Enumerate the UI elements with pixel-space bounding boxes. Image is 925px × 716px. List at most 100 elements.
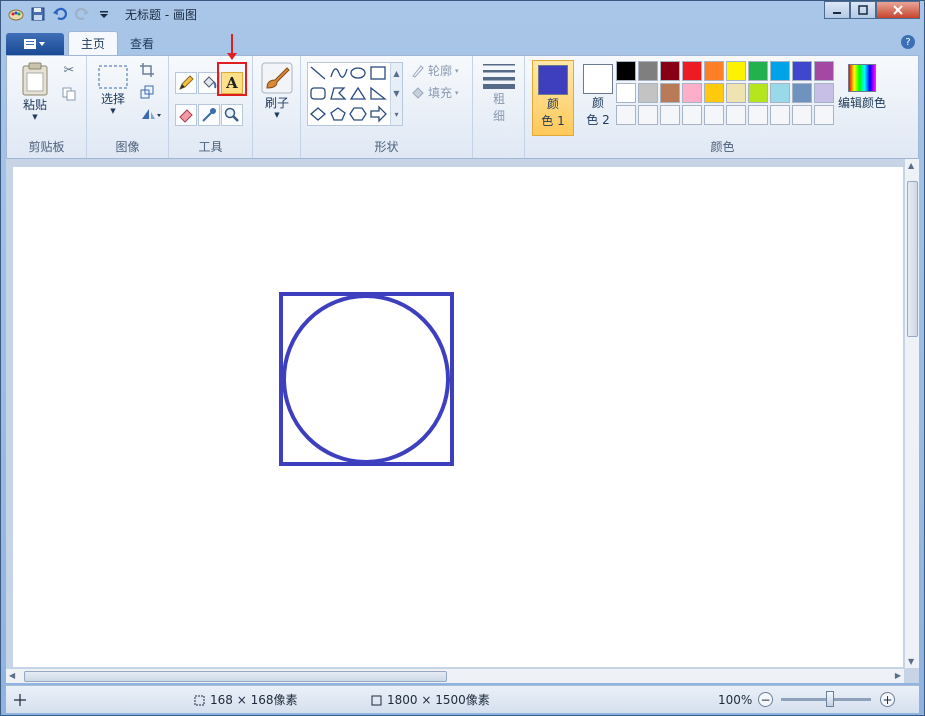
palette-color-swatch[interactable] [770, 105, 790, 125]
save-icon[interactable] [29, 5, 47, 23]
customize-toolbar-chevron-down-icon[interactable] [95, 5, 113, 23]
crop-icon[interactable] [137, 60, 157, 80]
rotate-icon[interactable] [137, 104, 165, 124]
palette-color-swatch[interactable] [682, 61, 702, 81]
palette-color-swatch[interactable] [704, 105, 724, 125]
horizontal-scroll-thumb[interactable] [24, 671, 447, 682]
color1-label-bottom: 色 1 [541, 114, 565, 128]
tab-view[interactable]: 查看 [118, 31, 166, 55]
paste-label: 粘贴 [22, 98, 47, 112]
minimize-button[interactable] [824, 1, 850, 19]
palette-color-swatch[interactable] [792, 61, 812, 81]
brushes-button[interactable]: 刷子 ▼ [257, 62, 297, 119]
gallery-scroll[interactable]: ▲ ▼ ▾ [390, 63, 402, 125]
group-size: 粗 细 [473, 56, 525, 158]
color1-swatch [538, 65, 568, 95]
palette-color-swatch[interactable] [748, 61, 768, 81]
scroll-up-icon[interactable]: ▲ [908, 161, 914, 170]
undo-icon[interactable] [51, 5, 69, 23]
palette-color-swatch[interactable] [660, 83, 680, 103]
palette-color-swatch[interactable] [616, 61, 636, 81]
palette-color-swatch[interactable] [748, 83, 768, 103]
zoom-slider[interactable] [781, 691, 871, 707]
selection-size-text: 168 × 168像素 [210, 693, 298, 707]
ribbon-panel: 粘贴 ▼ ✂ 剪贴板 选择 ▼ 图像 A 工具 刷子 ▼ ▲ ▼ ▾ 轮廓 ▾ … [6, 34, 919, 159]
scroll-down-icon[interactable]: ▼ [908, 657, 914, 666]
palette-color-swatch[interactable] [770, 61, 790, 81]
palette-color-swatch[interactable] [638, 105, 658, 125]
palette-color-swatch[interactable] [682, 105, 702, 125]
size-label-top: 粗 [492, 92, 505, 106]
status-bar: 168 × 168像素 1800 × 1500像素 100% − + [6, 685, 919, 713]
color-picker-icon[interactable] [198, 104, 220, 126]
canvas-size: 1800 × 1500像素 [370, 691, 490, 708]
zoom-in-button[interactable]: + [880, 692, 895, 707]
paint-app-icon[interactable] [7, 5, 25, 23]
palette-color-swatch[interactable] [704, 61, 724, 81]
shapes-gallery[interactable]: ▲ ▼ ▾ [307, 62, 403, 126]
magnifier-icon[interactable] [221, 104, 243, 126]
palette-color-swatch[interactable] [814, 83, 834, 103]
palette-color-swatch[interactable] [638, 61, 658, 81]
palette-color-swatch[interactable] [748, 105, 768, 125]
palette-color-swatch[interactable] [770, 83, 790, 103]
paste-button[interactable]: 粘贴 ▼ [15, 62, 55, 121]
vertical-scrollbar[interactable]: ▲ ▼ [904, 159, 919, 668]
palette-color-swatch[interactable] [792, 83, 812, 103]
selection-rectangle-icon [98, 65, 128, 89]
palette-color-swatch[interactable] [616, 83, 636, 103]
maximize-button[interactable] [850, 1, 876, 19]
tab-home[interactable]: 主页 [68, 31, 119, 55]
color2-button[interactable]: 颜 色 2 [577, 60, 619, 136]
diamond-shape-icon [310, 107, 326, 121]
outline-button[interactable]: 轮廓 ▾ [411, 62, 459, 79]
zoom-out-button[interactable]: − [758, 692, 773, 707]
horizontal-scrollbar[interactable]: ◀ ▶ [6, 668, 904, 683]
palette-color-swatch[interactable] [682, 83, 702, 103]
color1-button[interactable]: 颜 色 1 [532, 60, 574, 136]
color2-label-top: 颜 [591, 96, 604, 110]
outline-label: 轮廓 [428, 64, 453, 78]
chevron-down-icon: ▼ [274, 111, 280, 119]
copy-icon[interactable] [59, 84, 79, 104]
palette-color-swatch[interactable] [814, 105, 834, 125]
size-button[interactable]: 粗 细 [481, 62, 517, 124]
color2-swatch [583, 64, 613, 94]
polygon-shape-icon [330, 87, 347, 100]
palette-color-swatch[interactable] [792, 105, 812, 125]
palette-color-swatch[interactable] [638, 83, 658, 103]
outline-icon [412, 64, 424, 78]
drawing-canvas[interactable] [13, 167, 903, 667]
select-button[interactable]: 选择 ▼ [93, 64, 133, 115]
help-icon[interactable]: ? [901, 35, 915, 49]
zoom-slider-thumb[interactable] [826, 691, 834, 707]
group-clipboard: 粘贴 ▼ ✂ 剪贴板 [7, 56, 87, 158]
text-tool-highlight [217, 62, 247, 96]
scroll-left-icon[interactable]: ◀ [9, 671, 15, 680]
resize-icon[interactable] [137, 82, 157, 102]
pencil-icon[interactable] [175, 72, 197, 94]
palette-color-swatch[interactable] [660, 105, 680, 125]
fill-button[interactable]: 填充 ▾ [411, 84, 459, 101]
curve-shape-icon [330, 68, 348, 78]
cut-icon[interactable]: ✂ [59, 60, 79, 80]
redo-icon[interactable] [73, 5, 91, 23]
drawn-circle[interactable] [282, 294, 450, 464]
application-menu-button[interactable] [6, 33, 64, 55]
eraser-icon[interactable] [175, 104, 197, 126]
select-label: 选择 [100, 92, 125, 106]
palette-color-swatch[interactable] [726, 61, 746, 81]
vertical-scroll-thumb[interactable] [907, 181, 918, 337]
chevron-down-icon: ▼ [32, 113, 38, 121]
palette-color-swatch[interactable] [616, 105, 636, 125]
scroll-right-icon[interactable]: ▶ [895, 671, 901, 680]
palette-color-swatch[interactable] [726, 105, 746, 125]
group-image: 选择 ▼ 图像 [87, 56, 169, 158]
palette-color-swatch[interactable] [814, 61, 834, 81]
edit-colors-button[interactable]: 编辑颜色 [836, 60, 888, 111]
palette-color-swatch[interactable] [726, 83, 746, 103]
palette-color-swatch[interactable] [660, 61, 680, 81]
hexagon-shape-icon [349, 107, 367, 121]
close-button[interactable] [876, 1, 920, 19]
palette-color-swatch[interactable] [704, 83, 724, 103]
